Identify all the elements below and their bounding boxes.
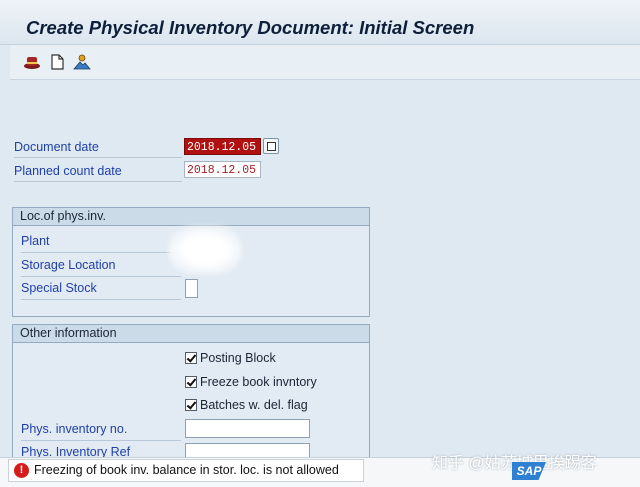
main-area: Document date 2018.12.05 Planned count d… — [10, 80, 640, 466]
underline — [14, 181, 182, 182]
new-document-icon[interactable] — [48, 53, 66, 71]
underline — [21, 276, 181, 277]
other-information-group: Other information Posting Block Freeze b… — [12, 324, 370, 466]
posting-block-checkbox[interactable] — [185, 352, 197, 364]
redacted-area — [168, 226, 242, 274]
status-message: Freezing of book inv. balance in stor. l… — [34, 463, 339, 477]
planned-count-date-field[interactable]: 2018.12.05 — [184, 161, 261, 178]
value-help-button[interactable] — [263, 138, 279, 154]
underline — [21, 299, 181, 300]
phys-inventory-no-label: Phys. inventory no. — [21, 422, 128, 436]
group-title: Other information — [13, 325, 369, 343]
freeze-book-inventory-checkbox[interactable] — [185, 376, 197, 388]
copy-icon — [267, 139, 279, 151]
plant-label: Plant — [21, 234, 50, 248]
page-title: Create Physical Inventory Document: Init… — [26, 17, 475, 38]
special-stock-input[interactable] — [185, 279, 198, 298]
batches-deletion-flag-label: Batches w. del. flag — [200, 398, 308, 412]
storage-location-label: Storage Location — [21, 258, 116, 272]
planned-count-date-label: Planned count date — [14, 164, 122, 178]
group-title: Loc.of phys.inv. — [13, 208, 369, 226]
user-mountain-icon[interactable] — [73, 53, 91, 71]
batches-deletion-flag-checkbox[interactable] — [185, 399, 197, 411]
document-date-label: Document date — [14, 140, 99, 154]
title-bar: Create Physical Inventory Document: Init… — [0, 0, 640, 45]
hat-icon[interactable] — [23, 53, 41, 71]
underline — [21, 252, 181, 253]
freeze-book-inventory-label: Freeze book invntory — [200, 375, 317, 389]
special-stock-label: Special Stock — [21, 281, 97, 295]
status-message-box[interactable]: ! Freezing of book inv. balance in stor.… — [8, 459, 364, 482]
phys-inventory-no-input[interactable] — [185, 419, 310, 438]
error-icon: ! — [14, 463, 29, 478]
posting-block-label: Posting Block — [200, 351, 276, 365]
underline — [14, 157, 182, 158]
underline — [21, 440, 181, 441]
application-toolbar — [10, 45, 640, 80]
document-date-field[interactable]: 2018.12.05 — [184, 138, 261, 155]
